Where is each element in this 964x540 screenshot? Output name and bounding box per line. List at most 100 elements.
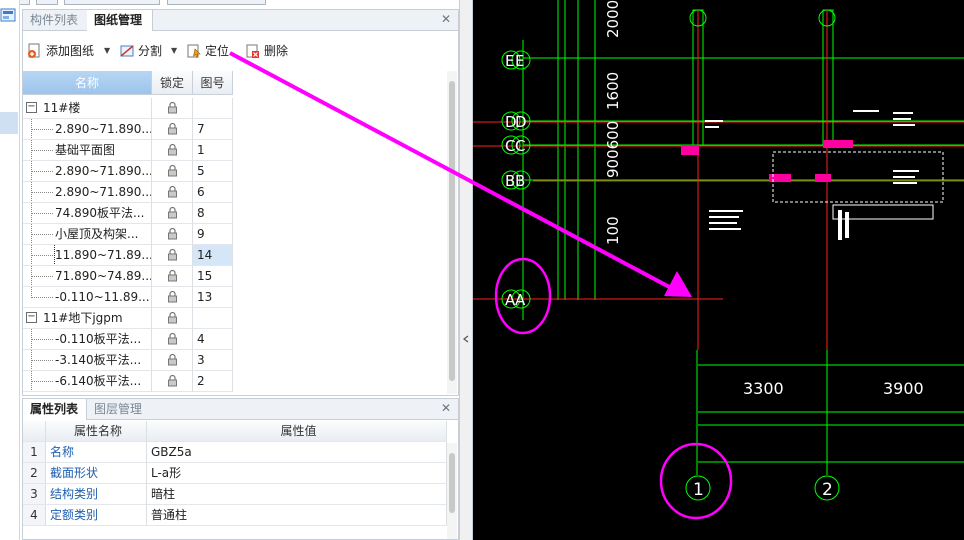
property-value[interactable]: GBZ5a: [147, 442, 447, 463]
axis-label: C: [515, 137, 525, 155]
table-row[interactable]: 基础平面图 1: [23, 140, 233, 161]
row-number: 2: [193, 371, 233, 392]
top-tab-stub: [167, 0, 266, 5]
table-row[interactable]: -0.110~11.89... 13: [23, 287, 233, 308]
delete-icon: [246, 44, 259, 58]
table-row[interactable]: 71.890~74.89... 15: [23, 266, 233, 287]
close-icon[interactable]: ✕: [440, 401, 452, 415]
lock-icon[interactable]: [167, 185, 178, 198]
property-row[interactable]: 4 定额类别 普通柱: [23, 505, 447, 526]
row-number: 3: [193, 350, 233, 371]
lock-icon[interactable]: [167, 143, 178, 156]
property-scrollbar[interactable]: [447, 443, 457, 539]
property-value[interactable]: 暗柱: [147, 484, 447, 505]
lock-icon[interactable]: [167, 101, 178, 114]
split-icon: [120, 45, 134, 57]
axis-labels: E E D D C C B B A A 1 2: [505, 52, 833, 500]
close-icon[interactable]: ✕: [440, 12, 452, 26]
property-row[interactable]: 3 结构类别 暗柱: [23, 484, 447, 505]
locate-button[interactable]: 定位: [186, 42, 236, 60]
tree-group-row[interactable]: −11#楼: [23, 98, 233, 119]
column-header-name[interactable]: 名称: [23, 71, 152, 95]
column-header-lock[interactable]: 锁定: [152, 71, 193, 95]
table-row[interactable]: -6.140板平法... 2: [23, 371, 233, 392]
axis-label: C: [505, 137, 515, 155]
table-row[interactable]: -3.140板平法... 3: [23, 350, 233, 371]
add-drawing-button[interactable]: 添加图纸 ▼: [27, 42, 113, 60]
collapse-icon[interactable]: −: [26, 312, 37, 323]
axis-label: A: [515, 291, 526, 309]
column-header-number[interactable]: 图号: [193, 71, 233, 95]
annotation-blocks: [705, 110, 919, 240]
row-number: 9: [193, 224, 233, 245]
left-strip-selection[interactable]: [0, 112, 18, 134]
tab-component-list[interactable]: 构件列表: [23, 10, 87, 31]
row-name: 11#楼: [43, 101, 81, 115]
scrollbar-thumb[interactable]: [449, 453, 455, 513]
row-index: 2: [23, 463, 46, 484]
table-row[interactable]: 2.890~71.890... 7: [23, 119, 233, 140]
row-name: 小屋顶及构架...: [55, 227, 139, 241]
property-row[interactable]: 2 截面形状 L-a形: [23, 463, 447, 484]
chevron-down-icon[interactable]: ▼: [171, 42, 177, 60]
row-number: 13: [193, 287, 233, 308]
row-number: 7: [193, 119, 233, 140]
add-drawing-label: 添加图纸: [46, 44, 95, 58]
row-number: 14: [193, 245, 233, 266]
table-row[interactable]: 2.890~71.890... 6: [23, 182, 233, 203]
axis-label: 1: [693, 480, 704, 500]
property-row[interactable]: 1 名称 GBZ5a: [23, 442, 447, 463]
tree-scrollbar[interactable]: [447, 71, 457, 394]
lock-icon[interactable]: [167, 311, 178, 324]
locate-label: 定位: [205, 44, 230, 58]
row-number: 8: [193, 203, 233, 224]
panel-splitter[interactable]: [459, 0, 473, 540]
tab-property-list[interactable]: 属性列表: [23, 399, 87, 420]
scrollbar-thumb[interactable]: [449, 81, 455, 381]
column-header-property-value[interactable]: 属性值: [147, 421, 447, 442]
row-name: 74.890板平法...: [55, 206, 145, 220]
lock-icon[interactable]: [167, 374, 178, 387]
tab-drawing-management[interactable]: 图纸管理: [87, 10, 153, 31]
property-value[interactable]: L-a形: [147, 463, 447, 484]
table-row[interactable]: 74.890板平法... 8: [23, 203, 233, 224]
top-tab-stub: [64, 0, 160, 5]
add-drawing-icon: [28, 43, 40, 58]
lock-icon[interactable]: [167, 290, 178, 303]
collapse-icon[interactable]: −: [26, 102, 37, 113]
row-number: 1: [193, 140, 233, 161]
tab-layer-management[interactable]: 图层管理: [87, 399, 153, 420]
table-row[interactable]: 2.890~71.890... 5: [23, 161, 233, 182]
axis-label: D: [515, 113, 527, 131]
table-row[interactable]: -0.110板平法... 4: [23, 329, 233, 350]
table-row-selected[interactable]: 11.890~71.89... 14: [23, 245, 233, 266]
lock-icon[interactable]: [167, 227, 178, 240]
lock-icon[interactable]: [167, 164, 178, 177]
cad-drawing-canvas[interactable]: 2000 1600 900600 100 3300 3900 E E D D C…: [473, 0, 964, 540]
axis-label: B: [505, 172, 515, 190]
splitter-chevron-icon[interactable]: [460, 333, 472, 345]
app-icon[interactable]: [0, 7, 18, 25]
row-index: 3: [23, 484, 46, 505]
lock-icon[interactable]: [167, 332, 178, 345]
chevron-down-icon[interactable]: ▼: [104, 42, 110, 60]
split-button[interactable]: 分割 ▼: [119, 42, 179, 60]
delete-button[interactable]: 删除: [245, 42, 295, 60]
table-row[interactable]: 小屋顶及构架... 9: [23, 224, 233, 245]
lock-icon[interactable]: [167, 122, 178, 135]
lock-icon[interactable]: [167, 248, 178, 261]
property-value[interactable]: 普通柱: [147, 505, 447, 526]
lock-icon[interactable]: [167, 269, 178, 282]
lock-icon[interactable]: [167, 353, 178, 366]
lock-icon[interactable]: [167, 206, 178, 219]
dim-text: 3300: [743, 379, 784, 398]
table-header: 属性名称 属性值: [23, 421, 447, 442]
row-number: 4: [193, 329, 233, 350]
property-name: 定额类别: [46, 505, 147, 526]
column-header-property-name[interactable]: 属性名称: [46, 421, 147, 442]
tree-group-row[interactable]: −11#地下jgpm: [23, 308, 233, 329]
horizontal-dimensions: 3300 3900: [743, 379, 924, 398]
drawing-management-panel: 构件列表 图纸管理 ✕ 添加图纸 ▼ 分割 ▼ 定位 删除 名称 锁定 图号 −…: [22, 9, 459, 396]
row-name: 11.890~71.89...: [54, 245, 151, 265]
row-number: 15: [193, 266, 233, 287]
